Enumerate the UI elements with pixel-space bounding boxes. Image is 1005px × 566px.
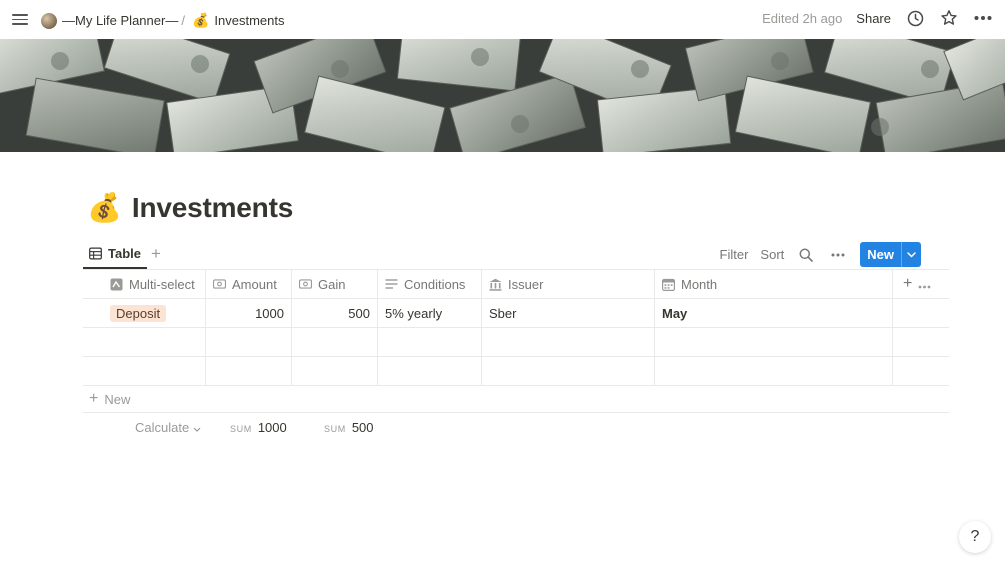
cover-money-illustration <box>0 39 1005 152</box>
view-bar: Table + Filter Sort New <box>83 240 949 270</box>
cell-gain[interactable] <box>292 328 378 356</box>
cell-amount[interactable] <box>206 357 292 385</box>
more-icon[interactable] <box>918 277 931 292</box>
add-property-icon[interactable]: + <box>903 275 912 293</box>
top-bar: —My Life Planner— / 💰 Investments Edited… <box>0 0 1005 39</box>
sum-label: SUM <box>324 424 346 434</box>
cell-multiselect[interactable] <box>83 357 206 385</box>
sum-amount-value: 1000 <box>257 420 287 435</box>
cell-conditions[interactable] <box>378 357 482 385</box>
breadcrumb-item-planner[interactable]: —My Life Planner— <box>38 11 181 31</box>
cell-issuer[interactable] <box>482 328 655 356</box>
column-header-gain[interactable]: Gain <box>292 270 378 298</box>
column-label: Conditions <box>404 276 466 292</box>
new-button[interactable]: New <box>860 242 921 267</box>
view-options-icon[interactable] <box>828 245 848 265</box>
page-header: 💰 Investments <box>87 192 293 224</box>
table-header-row: Multi-select Amount Gain Conditions Issu… <box>83 270 949 299</box>
cell-empty <box>893 357 949 385</box>
column-header-month[interactable]: Month <box>655 270 893 298</box>
cell-gain[interactable]: 500 <box>292 299 378 327</box>
help-button[interactable]: ? <box>959 521 991 553</box>
sort-button[interactable]: Sort <box>760 247 784 262</box>
planner-icon <box>41 12 57 29</box>
column-label: Amount <box>232 276 277 292</box>
currency-icon <box>213 278 226 291</box>
calculate-button[interactable]: Calculate <box>135 420 201 435</box>
add-row-label: New <box>104 391 131 407</box>
text-lines-icon <box>385 278 398 291</box>
add-row-button[interactable]: + New <box>83 386 949 413</box>
cell-month[interactable]: May <box>655 299 893 327</box>
breadcrumb: —My Life Planner— / 💰 Investments <box>38 10 287 31</box>
breadcrumb-label-planner: —My Life Planner— <box>62 13 179 28</box>
top-actions: Edited 2h ago Share <box>762 8 993 28</box>
filter-button[interactable]: Filter <box>720 247 749 262</box>
plus-icon: + <box>89 390 99 407</box>
column-header-amount[interactable]: Amount <box>206 270 292 298</box>
tab-table[interactable]: Table <box>83 240 147 269</box>
column-label: Issuer <box>508 276 544 292</box>
column-header-issuer[interactable]: Issuer <box>482 270 655 298</box>
chevron-down-icon <box>193 420 201 435</box>
column-header-multiselect[interactable]: Multi-select <box>83 270 206 298</box>
breadcrumb-separator: / <box>181 13 185 28</box>
tab-table-label: Table <box>108 246 141 261</box>
sum-gain[interactable]: SUM 500 <box>324 420 374 435</box>
sum-label: SUM <box>230 424 252 434</box>
cell-multiselect[interactable] <box>83 328 206 356</box>
page-icon[interactable]: 💰 <box>87 194 122 222</box>
column-header-conditions[interactable]: Conditions <box>378 270 482 298</box>
cell-empty <box>893 299 949 327</box>
bank-icon <box>489 278 502 291</box>
cell-conditions[interactable]: 5% yearly <box>378 299 482 327</box>
money-bag-icon: 💰 <box>191 12 210 28</box>
cell-amount[interactable]: 1000 <box>206 299 292 327</box>
calendar-icon <box>662 278 675 291</box>
cell-gain[interactable] <box>292 357 378 385</box>
multiselect-icon <box>110 278 123 291</box>
star-icon[interactable] <box>939 8 959 28</box>
chevron-down-icon[interactable] <box>901 242 921 267</box>
currency-icon <box>299 278 312 291</box>
search-icon[interactable] <box>796 245 816 265</box>
table-icon <box>89 247 102 260</box>
clock-icon[interactable] <box>905 8 925 28</box>
cell-multiselect[interactable]: Deposit <box>83 299 206 327</box>
menu-icon[interactable] <box>12 11 28 27</box>
column-label: Multi-select <box>129 276 195 292</box>
table-row[interactable] <box>83 328 949 357</box>
cell-issuer[interactable]: Sber <box>482 299 655 327</box>
cell-issuer[interactable] <box>482 357 655 385</box>
sum-gain-value: 500 <box>351 420 374 435</box>
column-label: Gain <box>318 276 346 292</box>
breadcrumb-item-investments[interactable]: 💰 Investments <box>189 10 288 31</box>
cell-empty <box>893 328 949 356</box>
breadcrumb-label-investments: Investments <box>214 13 285 28</box>
column-header-actions: + <box>893 270 949 298</box>
cell-month[interactable] <box>655 357 893 385</box>
tag-deposit[interactable]: Deposit <box>110 304 167 322</box>
more-icon[interactable] <box>973 8 993 28</box>
column-label: Month <box>681 276 718 292</box>
cover-image[interactable] <box>0 39 1005 152</box>
table-row[interactable] <box>83 357 949 386</box>
cell-conditions[interactable] <box>378 328 482 356</box>
view-tools: Filter Sort New <box>720 242 921 267</box>
sum-amount[interactable]: SUM 1000 <box>230 420 287 435</box>
table-row[interactable]: Deposit 1000 500 5% yearly Sber May <box>83 299 949 328</box>
database-table: Multi-select Amount Gain Conditions Issu… <box>83 269 949 386</box>
page-title[interactable]: Investments <box>132 192 293 224</box>
new-button-label: New <box>867 247 894 262</box>
share-button[interactable]: Share <box>856 11 891 26</box>
cell-amount[interactable] <box>206 328 292 356</box>
cell-month[interactable] <box>655 328 893 356</box>
add-view-icon[interactable]: + <box>151 244 161 264</box>
calculate-label: Calculate <box>135 420 190 435</box>
edited-status: Edited 2h ago <box>762 10 843 26</box>
